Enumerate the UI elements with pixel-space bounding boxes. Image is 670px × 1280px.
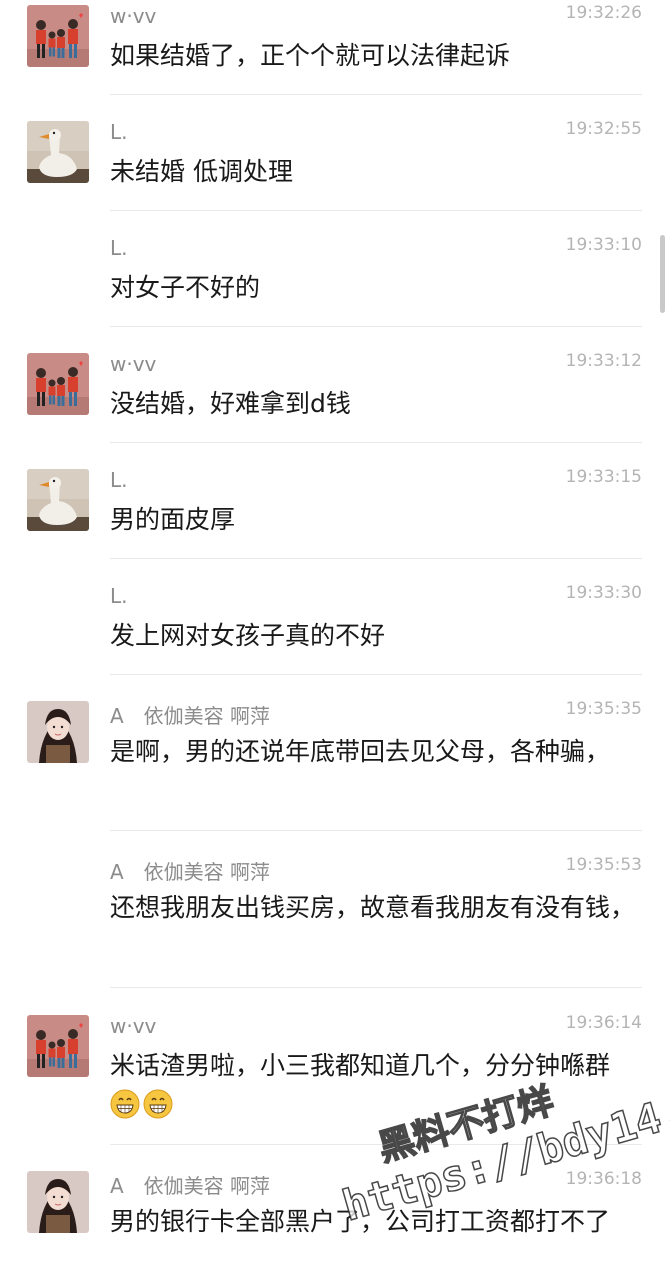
sender-name: A 依伽美容 啊萍 [110,704,271,728]
divider [110,830,642,831]
message-time: 19:35:53 [565,855,642,875]
sender-name: L. [110,584,128,608]
message-text: 米话渣男啦，小三我都知道几个，分分钟喺群 [110,1051,611,1080]
girl-avatar[interactable] [27,1171,89,1233]
divider [110,987,642,988]
family-avatar[interactable] [27,5,89,67]
divider [110,326,642,327]
sender-name: w·vv [110,4,157,28]
message-text: 对女子不好的 [110,273,261,302]
message-time: 19:33:15 [565,467,642,487]
message-text: 男的银行卡全部黑户了，公司打工资都打不了 [110,1207,611,1236]
goose-avatar[interactable] [27,121,89,183]
message-time: 19:33:10 [565,235,642,255]
message-text: 如果结婚了，正个个就可以法律起诉 [110,41,511,70]
sender-name: L. [110,120,128,144]
divider [110,674,642,675]
message-text: 男的面皮厚 [110,505,236,534]
message-text: 未结婚 低调处理 [110,157,293,186]
message-time: 19:33:12 [565,351,642,371]
grin-emoji-icon [143,1089,173,1119]
divider [110,1144,642,1145]
message-time: 19:33:30 [565,583,642,603]
divider [110,210,642,211]
message-text: 是啊，男的还说年底带回去见父母，各种骗， [110,737,611,766]
message-text: 还想我朋友出钱买房，故意看我朋友有没有钱， [110,893,636,922]
goose-avatar[interactable] [27,469,89,531]
message-time: 19:32:55 [565,119,642,139]
sender-name: L. [110,236,128,260]
message-text: 发上网对女孩子真的不好 [110,621,386,650]
chat-history-screen: w·vv 19:32:26 如果结婚了，正个个就可以法律起诉 L. 19:32:… [0,0,670,1280]
message-time: 19:35:35 [565,699,642,719]
message-time: 19:32:26 [565,3,642,23]
family-avatar[interactable] [27,1015,89,1077]
sender-name: L. [110,468,128,492]
divider [110,442,642,443]
message-time: 19:36:18 [565,1169,642,1189]
sender-name: w·vv [110,352,157,376]
girl-avatar[interactable] [27,701,89,763]
sender-name: A 依伽美容 啊萍 [110,860,271,884]
sender-name: A 依伽美容 啊萍 [110,1174,271,1198]
sender-name: w·vv [110,1014,157,1038]
divider [110,94,642,95]
grin-emoji-icon [110,1089,140,1119]
divider [110,558,642,559]
family-avatar[interactable] [27,353,89,415]
message-text: 没结婚，好难拿到d钱 [110,389,351,418]
message-text-container: 米话渣男啦，小三我都知道几个，分分钟喺群 [110,1046,640,1126]
message-time: 19:36:14 [565,1013,642,1033]
scrollbar[interactable] [660,235,665,313]
